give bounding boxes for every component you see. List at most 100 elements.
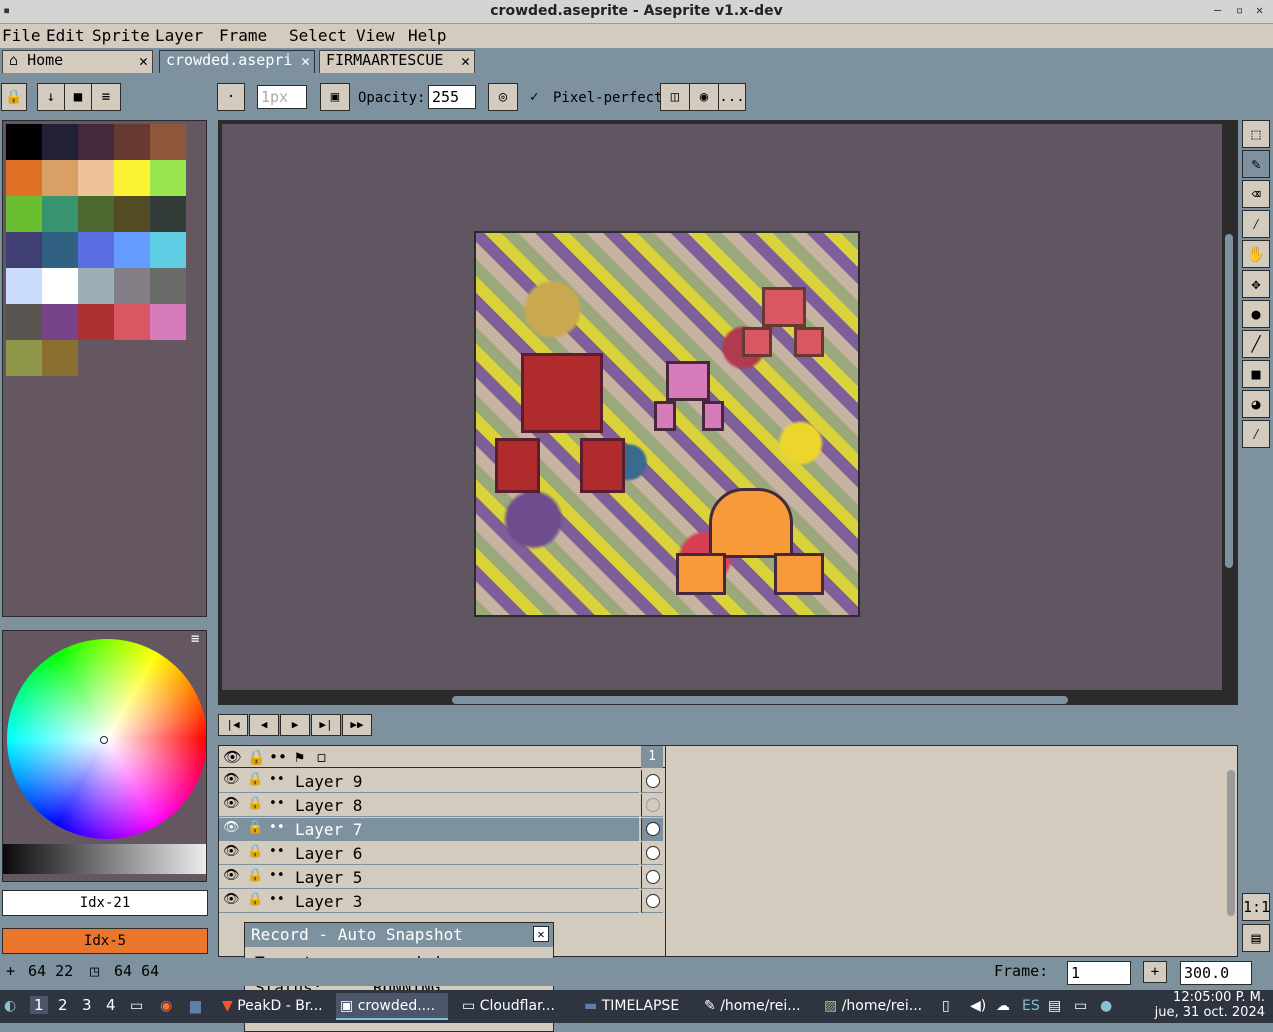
first-frame-icon[interactable]: |◀ xyxy=(218,714,248,736)
shade-bar[interactable] xyxy=(3,844,206,874)
move-tool-icon[interactable]: ✥ xyxy=(1242,270,1270,298)
palette-swatch[interactable] xyxy=(6,196,42,232)
palette-swatch[interactable] xyxy=(42,340,78,376)
cloud-icon[interactable]: ☁ xyxy=(996,998,1010,1014)
menu-sprite[interactable]: Sprite xyxy=(92,26,150,45)
cel-cell[interactable] xyxy=(641,770,663,793)
palette-swatch[interactable] xyxy=(42,268,78,304)
symmetry-icon[interactable]: ◫ xyxy=(660,83,690,111)
lock-icon[interactable]: 🔒 xyxy=(247,772,263,787)
color-wheel-cursor[interactable] xyxy=(100,736,108,744)
onion-skin-icon[interactable]: ◻ xyxy=(317,748,326,766)
palette-swatch[interactable] xyxy=(42,124,78,160)
menu-layer[interactable]: Layer xyxy=(155,26,203,45)
volume-icon[interactable]: ◀) xyxy=(970,998,986,1014)
next-frame-icon[interactable]: ▶| xyxy=(311,714,341,736)
clock[interactable]: 12:05:00 P. M. jue, 31 oct. 2024 xyxy=(1155,990,1265,1020)
eye-icon[interactable]: 👁 xyxy=(223,796,240,811)
palette-swatch[interactable] xyxy=(114,196,150,232)
layer-row[interactable]: 👁 🔒 •• Layer 8 xyxy=(219,794,639,817)
more-options-button[interactable]: ... xyxy=(718,83,746,111)
play-icon[interactable]: ▶ xyxy=(280,714,310,736)
pixel-perfect-checkbox[interactable]: ✓ xyxy=(530,89,538,105)
lock-icon[interactable]: 🔒 xyxy=(247,748,266,766)
lock-icon[interactable]: 🔒 xyxy=(1,83,27,111)
cel-cell[interactable] xyxy=(641,866,663,889)
zoom-1to1-icon[interactable]: 1:1 xyxy=(1242,893,1270,921)
frame-input[interactable]: 1 xyxy=(1067,961,1131,985)
cel-cell[interactable] xyxy=(641,794,663,817)
task-crowded[interactable]: ▣ crowded.... xyxy=(336,993,448,1020)
timeline-toggle-icon[interactable]: ▤ xyxy=(1242,924,1270,952)
task-home-rei-1[interactable]: ✎ /home/rei... xyxy=(700,993,812,1020)
palette-swatch[interactable] xyxy=(150,304,186,340)
display-icon[interactable]: ▭ xyxy=(1074,998,1087,1014)
firefox-icon[interactable]: ◉ xyxy=(160,998,172,1014)
continuous-icon[interactable]: •• xyxy=(269,748,287,766)
stop-icon[interactable]: ■ xyxy=(64,83,92,111)
palette-swatch[interactable] xyxy=(150,268,186,304)
wheel-options-icon[interactable]: ≡ xyxy=(191,631,199,647)
palette-swatch[interactable] xyxy=(78,160,114,196)
eye-icon[interactable]: 👁 xyxy=(223,892,240,907)
lock-icon[interactable]: 🔒 xyxy=(247,796,263,811)
palette-swatch[interactable] xyxy=(6,304,42,340)
horizontal-scrollbar[interactable] xyxy=(452,696,1068,704)
palette-swatch[interactable] xyxy=(150,124,186,160)
menu-icon[interactable]: ≡ xyxy=(91,83,121,111)
eye-icon[interactable]: 👁 xyxy=(223,820,240,835)
clipboard-icon[interactable]: ▤ xyxy=(1048,998,1061,1014)
continuous-icon[interactable]: •• xyxy=(269,844,285,859)
lock-icon[interactable]: 🔒 xyxy=(247,868,263,883)
palette-swatch[interactable] xyxy=(6,340,42,376)
palette-swatch[interactable] xyxy=(78,232,114,268)
marquee-tool-icon[interactable]: ⬚ xyxy=(1242,120,1270,148)
workspace-4[interactable]: 4 xyxy=(106,996,116,1014)
keyboard-layout[interactable]: ES xyxy=(1022,998,1040,1014)
tab-crowded[interactable]: crowded.asepri ✕ xyxy=(159,50,315,73)
rectangle-tool-icon[interactable]: ■ xyxy=(1242,360,1270,388)
palette-swatch[interactable] xyxy=(150,232,186,268)
continuous-icon[interactable]: •• xyxy=(269,796,285,811)
pencil-tool-icon[interactable]: ✎ xyxy=(1242,150,1270,178)
contour-tool-icon[interactable]: ◕ xyxy=(1242,390,1270,418)
task-timelapse[interactable]: ▬ TIMELAPSE xyxy=(580,993,690,1020)
eye-icon[interactable]: 👁 xyxy=(223,748,242,766)
palette-swatch[interactable] xyxy=(150,196,186,232)
spray-icon[interactable]: ◎ xyxy=(488,83,518,111)
workspace-2[interactable]: 2 xyxy=(58,996,68,1014)
continuous-icon[interactable]: •• xyxy=(269,892,285,907)
eyedropper-tool-icon[interactable]: ⁄ xyxy=(1242,210,1270,238)
layer-row[interactable]: 👁 🔒 •• Layer 6 xyxy=(219,842,639,865)
workspace-3[interactable]: 3 xyxy=(82,996,92,1014)
palette-swatch[interactable] xyxy=(114,268,150,304)
blur-tool-icon[interactable]: ⁄ xyxy=(1242,420,1270,448)
menu-help[interactable]: Help xyxy=(408,26,447,45)
palette-swatch[interactable] xyxy=(78,124,114,160)
palette-swatch[interactable] xyxy=(42,160,78,196)
tab-firmaartescue[interactable]: FIRMAARTESCUE ✕ xyxy=(319,50,475,73)
eraser-tool-icon[interactable]: ⌫ xyxy=(1242,180,1270,208)
continuous-icon[interactable]: •• xyxy=(269,772,285,787)
sprite-canvas[interactable] xyxy=(474,231,860,617)
close-tab-icon[interactable]: ✕ xyxy=(461,52,470,70)
start-menu-icon[interactable]: ◐ xyxy=(4,998,16,1014)
eye-icon[interactable]: 👁 xyxy=(223,844,240,859)
close-popup-button[interactable]: ✕ xyxy=(533,926,549,942)
palette-swatch[interactable] xyxy=(6,124,42,160)
cel-cell[interactable] xyxy=(641,818,663,841)
vertical-scrollbar[interactable] xyxy=(1225,234,1233,568)
eye-icon[interactable]: 👁 xyxy=(223,868,240,883)
brush-size-input[interactable]: 1px xyxy=(257,85,307,109)
menu-file[interactable]: File xyxy=(2,26,41,45)
menu-select[interactable]: Select xyxy=(289,26,347,45)
palette-swatch[interactable] xyxy=(42,304,78,340)
symmetry-options-icon[interactable]: ◉ xyxy=(689,83,719,111)
lock-icon[interactable]: 🔒 xyxy=(247,820,263,835)
palette-swatch[interactable] xyxy=(6,268,42,304)
palette-swatch[interactable] xyxy=(6,232,42,268)
lock-icon[interactable]: 🔒 xyxy=(247,844,263,859)
menu-frame[interactable]: Frame xyxy=(219,26,267,45)
palette-swatch[interactable] xyxy=(42,232,78,268)
tray-box-icon[interactable]: ▯ xyxy=(942,998,950,1014)
